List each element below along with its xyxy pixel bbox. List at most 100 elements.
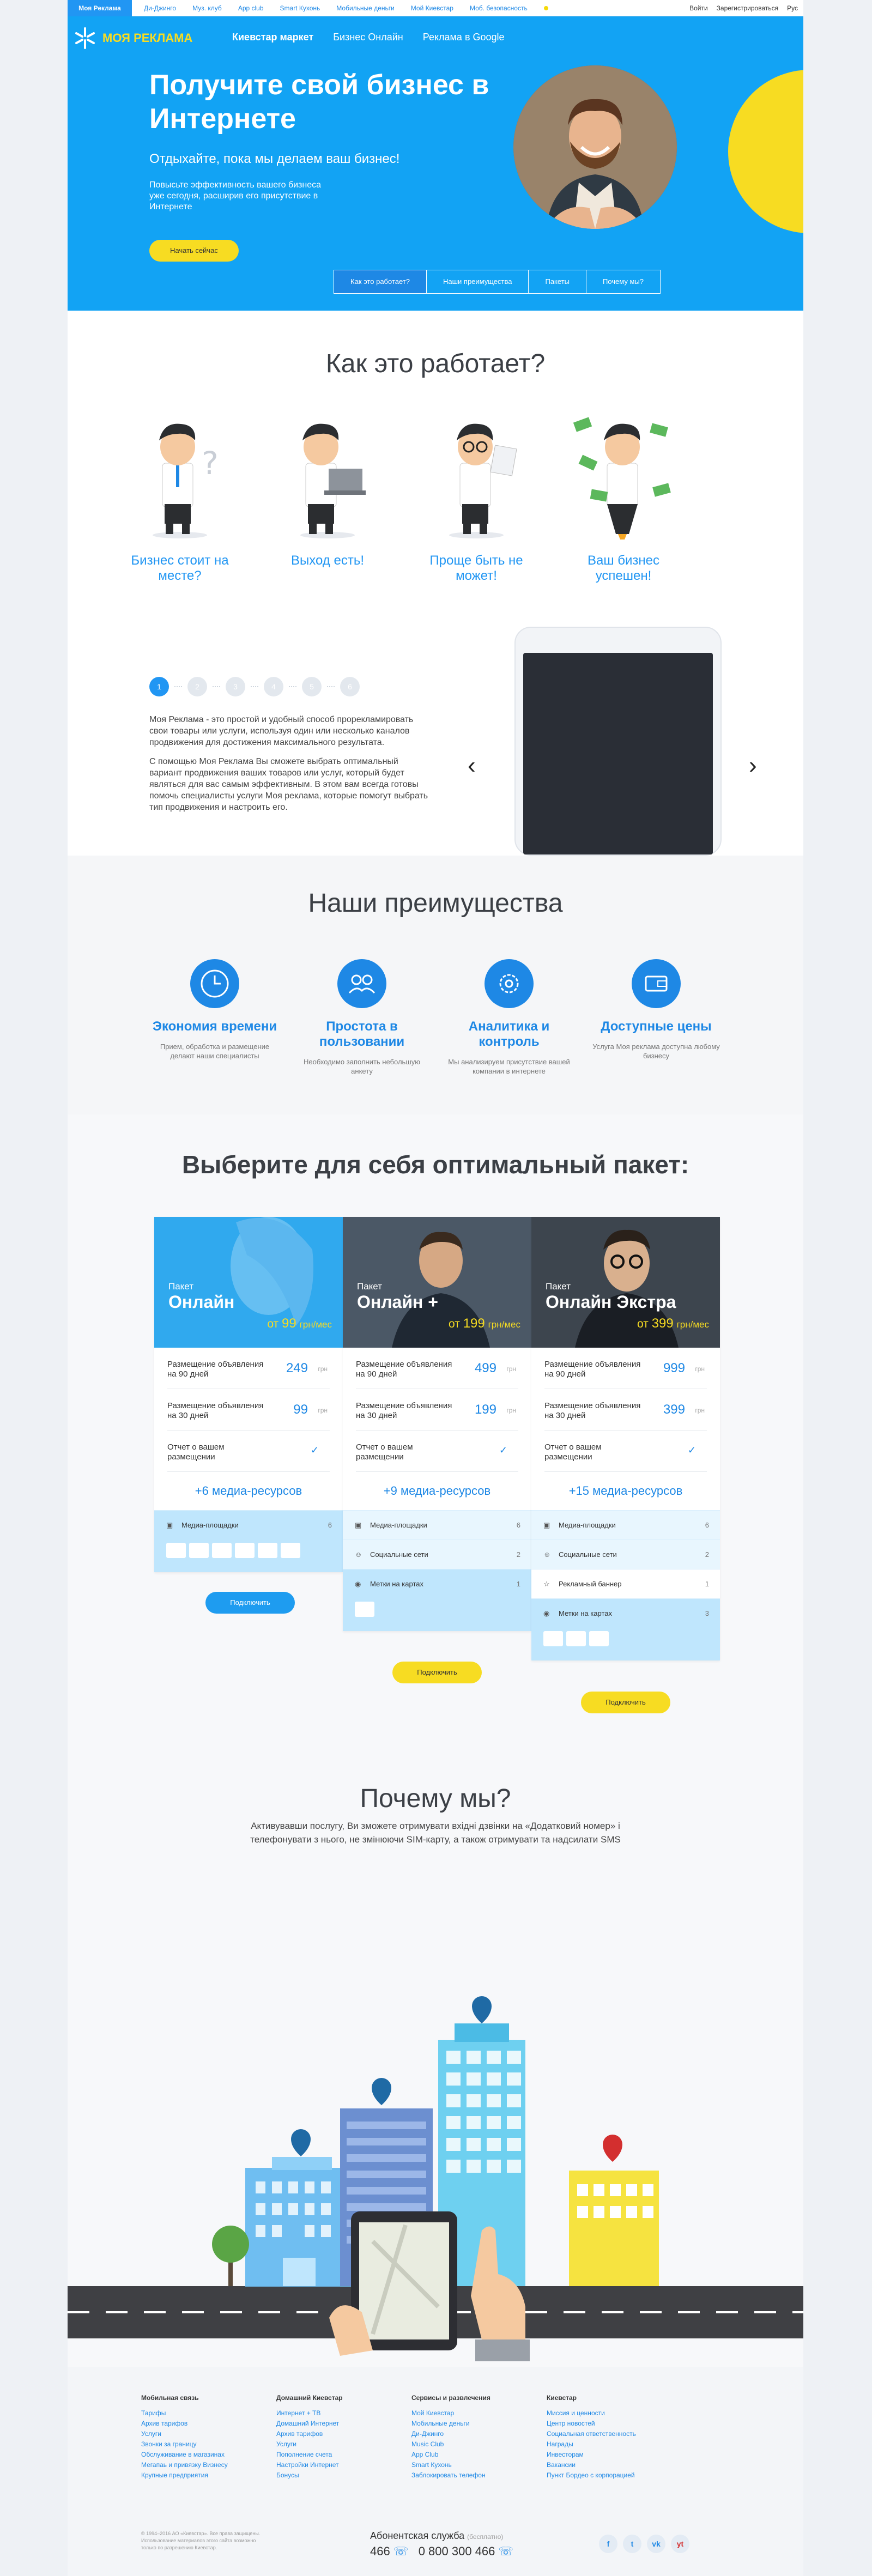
advantage-title: Доступные цены [601,1019,712,1034]
clock-icon [190,959,239,1008]
twitter-icon[interactable]: t [623,2535,641,2553]
footer-column: Домашний Киевстар Интернет + ТВ Домашний… [276,2394,385,2481]
tab-why-us[interactable]: Почему мы? [586,270,660,293]
footer-link[interactable]: Пополнение счета [276,2450,385,2460]
pager-dot[interactable]: 6 [340,677,360,696]
youtube-icon[interactable]: yt [671,2535,689,2553]
accordion-media-platforms[interactable]: ▣ Медиа-площадки 6 [154,1510,343,1539]
nav-item[interactable]: Киевстар маркет [232,32,313,43]
tablet-mockup [514,627,722,856]
register-link[interactable]: Зарегистрироваться [717,0,778,16]
footer-link[interactable]: Пункт Бордео с корпорацией [547,2470,656,2481]
map-logos [343,1598,531,1631]
footer-link[interactable]: Архив тарифов [276,2429,385,2439]
tab-how-it-works[interactable]: Как это работает? [334,270,426,293]
footer-link[interactable]: Бонусы [276,2470,385,2481]
tab-packages[interactable]: Пакеты [528,270,586,293]
start-now-button[interactable]: Начать сейчас [149,240,239,262]
accordion-maps[interactable]: ◉ Метки на картах 3 [531,1598,720,1628]
package-name: Онлайн [168,1292,235,1312]
media-logos [154,1539,343,1572]
package-card-online-extra: Пакет Онлайн Экстра от 399 грн/мес Разме… [531,1217,720,1660]
footer-link[interactable]: Архив тарифов [141,2419,250,2429]
footer-link[interactable]: Мегапаь и привязку Визнесу [141,2460,250,2470]
footer-link[interactable]: Миссия и ценности [547,2408,656,2419]
footer-link[interactable]: Социальная ответственность [547,2429,656,2439]
advantage-card: Экономия времени Прием, обработка и разм… [149,959,280,1060]
short-number[interactable]: 466 [370,2544,390,2558]
top-link[interactable]: Ди-Джинго [144,0,176,16]
step-caption: Ваш бизнес успешен! [587,553,660,583]
accordion-banner[interactable]: ☆ Рекламный баннер 1 [531,1569,720,1598]
top-link[interactable]: App club [238,0,264,16]
connect-button[interactable]: Подключить [205,1592,295,1614]
connect-button[interactable]: Подключить [581,1692,670,1713]
package-price: от 399 грн/мес [637,1316,709,1331]
nav-item[interactable]: Бизнес Онлайн [333,32,403,43]
footer-link[interactable]: Заблокировать телефон [411,2470,520,2481]
media-logo [212,1543,232,1558]
media-logo [258,1543,277,1558]
footer-link[interactable]: Мобильные деньги [411,2419,520,2429]
social-icon: ☺ [543,1550,551,1559]
top-link[interactable]: Муз. клуб [192,0,222,16]
footer-link[interactable]: Услуги [276,2439,385,2450]
footer-link[interactable]: Центр новостей [547,2419,656,2429]
city-illustration [68,1996,803,2367]
logo-text: МОЯ РЕКЛАМА [102,31,193,45]
footer-link[interactable]: Звонки за границу [141,2439,250,2450]
pager-dot[interactable]: 5 [302,677,322,696]
media-icon: ▣ [166,1521,173,1529]
footer-link[interactable]: Тарифы [141,2408,250,2419]
footer-link[interactable]: Домашний Интернет [276,2419,385,2429]
logo[interactable]: МОЯ РЕКЛАМА [73,26,192,50]
facebook-icon[interactable]: f [599,2535,617,2553]
svg-text:?: ? [202,445,219,482]
footer-link[interactable]: Награды [547,2439,656,2450]
footer-link[interactable]: App Club [411,2450,520,2460]
footer-link[interactable]: Мой Киевстар [411,2408,520,2419]
footer-link[interactable]: Music Club [411,2439,520,2450]
pager-dot[interactable]: 4 [264,677,283,696]
package-photo: Пакет Онлайн Экстра от 399 грн/мес [531,1217,720,1348]
tab-advantages[interactable]: Наши преимущества [426,270,529,293]
pager-dot[interactable]: 2 [187,677,207,696]
connect-button[interactable]: Подключить [392,1662,482,1683]
next-slide-arrow-icon[interactable]: › [749,752,757,779]
footer-link[interactable]: Интернет + ТВ [276,2408,385,2419]
login-link[interactable]: Войти [689,0,708,16]
accordion-media-platforms[interactable]: ▣ Медиа-площадки 6 [531,1510,720,1539]
footer-link[interactable]: Настройки Интернет [276,2460,385,2470]
vk-icon[interactable]: vk [647,2535,665,2553]
advantage-card: Аналитика и контроль Мы анализируем прис… [444,959,574,1076]
pager-dot[interactable]: 3 [226,677,245,696]
top-brand-tab[interactable]: Моя Реклама [68,0,132,16]
footer-link[interactable]: Инвесторам [547,2450,656,2460]
nav-item[interactable]: Реклама в Google [423,32,505,43]
footer-link[interactable]: Smart Кухонь [411,2460,520,2470]
footer-link[interactable]: Вакансии [547,2460,656,2470]
top-link[interactable]: Smart Кухонь [280,0,320,16]
accordion-media-platforms[interactable]: ▣ Медиа-площадки 6 [343,1510,531,1539]
language-select[interactable]: Рус [787,0,798,16]
advantage-desc: Услуга Моя реклама доступна любому бизне… [592,1042,720,1060]
hero-subtitle: Отдыхайте, пока мы делаем ваш бизнес! [149,151,400,166]
prev-slide-arrow-icon[interactable]: ‹ [468,752,476,779]
footer-link[interactable]: Обслуживание в магазинах [141,2450,250,2460]
why-us-section: Почему мы? Активувавши послугу, Ви зможе… [68,1754,803,2367]
package-row: Размещение объявления на 30 дней 399 грн [544,1389,707,1431]
accordion-social[interactable]: ☺ Социальные сети 2 [531,1539,720,1569]
footer-link[interactable]: Ди-Джинго [411,2429,520,2439]
top-link[interactable]: Мой Киевстар [411,0,453,16]
accordion-social[interactable]: ☺ Социальные сети 2 [343,1539,531,1569]
package-price: от 99 грн/мес [267,1316,332,1331]
more-dot-icon[interactable] [543,6,548,10]
pager-dot-active[interactable]: 1 [149,677,169,696]
slide-pager: 1 2 3 4 5 6 [149,677,360,696]
footer-link[interactable]: Крупные предприятия [141,2470,250,2481]
long-number[interactable]: 0 800 300 466 [419,2544,495,2558]
accordion-maps[interactable]: ◉ Метки на картах 1 [343,1569,531,1598]
footer-link[interactable]: Услуги [141,2429,250,2439]
top-link[interactable]: Моб. безопасность [470,0,528,16]
top-link[interactable]: Мобильные деньги [336,0,395,16]
